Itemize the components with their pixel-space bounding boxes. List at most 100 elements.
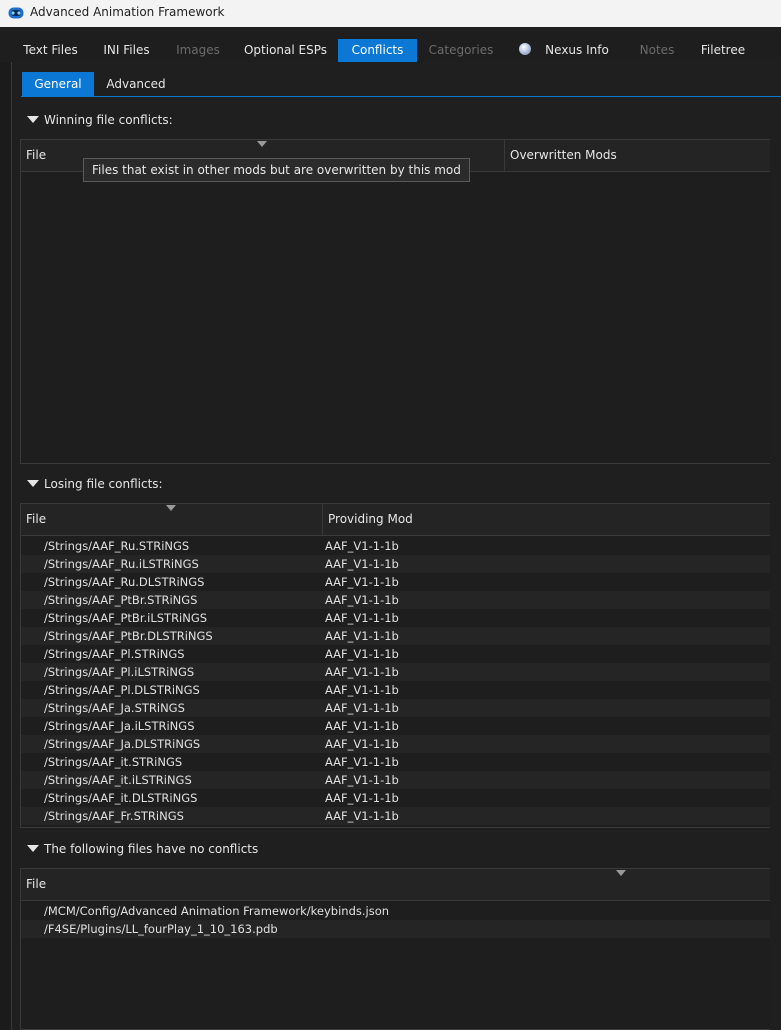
winning-conflicts-table: File Overwritten Mods bbox=[20, 139, 770, 464]
mod-name-cell: AAF_V1-1-1b bbox=[325, 575, 399, 589]
tab-ini-files[interactable]: INI Files bbox=[95, 39, 158, 62]
section-title: The following files have no conflicts bbox=[44, 842, 259, 856]
tab-optional-esps[interactable]: Optional ESPs bbox=[238, 39, 333, 62]
caret-down-icon bbox=[27, 116, 39, 123]
tab-label: Nexus Info bbox=[545, 43, 609, 57]
file-path-cell: /Strings/AAF_it.iLSTRiNGS bbox=[44, 773, 192, 787]
file-path-cell: /Strings/AAF_Ru.iLSTRiNGS bbox=[44, 557, 199, 571]
mod-name-cell: AAF_V1-1-1b bbox=[325, 593, 399, 607]
window-titlebar: Advanced Animation Framework bbox=[0, 0, 781, 27]
tab-notes[interactable]: Notes bbox=[630, 39, 684, 62]
tab-nexus-info[interactable]: Nexus Info bbox=[514, 39, 614, 62]
table-row[interactable]: /Strings/AAF_it.STRiNGS AAF_V1-1-1b bbox=[21, 753, 770, 771]
column-label: File bbox=[26, 512, 47, 526]
table-row[interactable]: /Strings/AAF_PtBr.iLSTRiNGS AAF_V1-1-1b bbox=[21, 609, 770, 627]
mod-name-cell: AAF_V1-1-1b bbox=[325, 755, 399, 769]
tab-text-files[interactable]: Text Files bbox=[17, 39, 84, 62]
table-row[interactable]: /F4SE/Plugins/LL_fourPlay_1_10_163.pdb bbox=[21, 920, 770, 938]
main-tabbar: Text Files INI Files Images Optional ESP… bbox=[0, 27, 781, 62]
section-title: Winning file conflicts: bbox=[44, 113, 173, 127]
tab-label: Filetree bbox=[700, 43, 746, 57]
globe-icon bbox=[519, 43, 532, 55]
mod-name-cell: AAF_V1-1-1b bbox=[325, 791, 399, 805]
tab-label: Conflicts bbox=[351, 43, 404, 57]
mod-name-cell: AAF_V1-1-1b bbox=[325, 701, 399, 715]
tab-label: Text Files bbox=[23, 43, 78, 57]
table-row[interactable]: /MCM/Config/Advanced Animation Framework… bbox=[21, 902, 770, 920]
table-header: File Providing Mod bbox=[21, 504, 770, 536]
table-row[interactable]: /Strings/AAF_Ja.iLSTRiNGS AAF_V1-1-1b bbox=[21, 717, 770, 735]
table-row[interactable]: /Strings/AAF_Ja.DLSTRiNGS AAF_V1-1-1b bbox=[21, 735, 770, 753]
column-header-providing-mod[interactable]: Providing Mod bbox=[322, 504, 770, 535]
table-row[interactable]: /Strings/AAF_Pl.STRiNGS AAF_V1-1-1b bbox=[21, 645, 770, 663]
tab-label: Optional ESPs bbox=[243, 43, 328, 57]
losing-conflicts-toggle[interactable]: Losing file conflicts: bbox=[27, 475, 163, 493]
mod-name-cell: AAF_V1-1-1b bbox=[325, 773, 399, 787]
sort-indicator-icon bbox=[166, 505, 176, 511]
tab-conflicts[interactable]: Conflicts bbox=[338, 39, 417, 62]
tooltip: Files that exist in other mods but are o… bbox=[83, 158, 470, 182]
caret-down-icon bbox=[27, 845, 39, 852]
column-header-file[interactable]: File bbox=[21, 869, 770, 900]
table-row[interactable]: /Strings/AAF_Ru.STRiNGS AAF_V1-1-1b bbox=[21, 537, 770, 555]
file-path-cell: /Strings/AAF_PtBr.STRiNGS bbox=[44, 593, 198, 607]
file-path-cell: /Strings/AAF_it.DLSTRiNGS bbox=[44, 791, 198, 805]
subtab-label: General bbox=[34, 77, 82, 91]
column-label: File bbox=[26, 148, 47, 162]
mod-name-cell: AAF_V1-1-1b bbox=[325, 629, 399, 643]
mod-name-cell: AAF_V1-1-1b bbox=[325, 539, 399, 553]
table-body: /MCM/Config/Advanced Animation Framework… bbox=[21, 901, 770, 938]
tab-label: Categories bbox=[428, 43, 494, 57]
column-label: Overwritten Mods bbox=[510, 148, 617, 162]
tab-label: Notes bbox=[639, 43, 675, 57]
mod-name-cell: AAF_V1-1-1b bbox=[325, 737, 399, 751]
subtab-general[interactable]: General bbox=[22, 72, 94, 96]
tab-categories[interactable]: Categories bbox=[424, 39, 498, 62]
mod-name-cell: AAF_V1-1-1b bbox=[325, 719, 399, 733]
tab-images[interactable]: Images bbox=[169, 39, 227, 62]
file-path-cell: /Strings/AAF_Ru.STRiNGS bbox=[44, 539, 190, 553]
file-path-cell: /Strings/AAF_Pl.iLSTRiNGS bbox=[44, 665, 195, 679]
subtab-advanced[interactable]: Advanced bbox=[98, 72, 174, 96]
file-path-cell: /Strings/AAF_Fr.STRiNGS bbox=[44, 809, 184, 823]
table-row[interactable]: /Strings/AAF_PtBr.STRiNGS AAF_V1-1-1b bbox=[21, 591, 770, 609]
mod-name-cell: AAF_V1-1-1b bbox=[325, 647, 399, 661]
table-row[interactable]: /Strings/AAF_it.DLSTRiNGS AAF_V1-1-1b bbox=[21, 789, 770, 807]
column-label: File bbox=[26, 877, 47, 891]
table-row[interactable]: /Strings/AAF_Fr.STRiNGS AAF_V1-1-1b bbox=[21, 807, 770, 825]
file-path-cell: /Strings/AAF_Pl.STRiNGS bbox=[44, 647, 185, 661]
table-row[interactable]: /Strings/AAF_Ru.DLSTRiNGS AAF_V1-1-1b bbox=[21, 573, 770, 591]
table-row[interactable]: /Strings/AAF_Pl.DLSTRiNGS AAF_V1-1-1b bbox=[21, 681, 770, 699]
sort-indicator-icon bbox=[257, 141, 267, 147]
file-path-cell: /MCM/Config/Advanced Animation Framework… bbox=[44, 904, 390, 918]
file-path-cell: /Strings/AAF_Ja.iLSTRiNGS bbox=[44, 719, 195, 733]
file-path-cell: /F4SE/Plugins/LL_fourPlay_1_10_163.pdb bbox=[44, 922, 278, 936]
window-title: Advanced Animation Framework bbox=[30, 5, 225, 19]
table-row[interactable]: /Strings/AAF_Ja.STRiNGS AAF_V1-1-1b bbox=[21, 699, 770, 717]
app-icon bbox=[8, 7, 24, 19]
table-header: File bbox=[21, 869, 770, 901]
table-row[interactable]: /Strings/AAF_Ru.iLSTRiNGS AAF_V1-1-1b bbox=[21, 555, 770, 573]
file-path-cell: /Strings/AAF_PtBr.DLSTRiNGS bbox=[44, 629, 213, 643]
caret-down-icon bbox=[27, 480, 39, 487]
mod-name-cell: AAF_V1-1-1b bbox=[325, 809, 399, 823]
file-path-cell: /Strings/AAF_Pl.DLSTRiNGS bbox=[44, 683, 200, 697]
sort-indicator-icon bbox=[616, 870, 626, 876]
tab-filetree[interactable]: Filetree bbox=[694, 39, 752, 62]
table-row[interactable]: /Strings/AAF_Pl.iLSTRiNGS AAF_V1-1-1b bbox=[21, 663, 770, 681]
winning-conflicts-toggle[interactable]: Winning file conflicts: bbox=[27, 111, 173, 129]
file-path-cell: /Strings/AAF_PtBr.iLSTRiNGS bbox=[44, 611, 208, 625]
subtab-label: Advanced bbox=[106, 77, 166, 91]
file-path-cell: /Strings/AAF_Ja.STRiNGS bbox=[44, 701, 185, 715]
subtab-underline bbox=[21, 96, 781, 97]
mod-name-cell: AAF_V1-1-1b bbox=[325, 611, 399, 625]
column-header-overwritten-mods[interactable]: Overwritten Mods bbox=[504, 140, 770, 171]
mod-name-cell: AAF_V1-1-1b bbox=[325, 683, 399, 697]
file-path-cell: /Strings/AAF_Ja.DLSTRiNGS bbox=[44, 737, 201, 751]
table-row[interactable]: /Strings/AAF_PtBr.DLSTRiNGS AAF_V1-1-1b bbox=[21, 627, 770, 645]
table-row[interactable]: /Strings/AAF_it.iLSTRiNGS AAF_V1-1-1b bbox=[21, 771, 770, 789]
no-conflicts-toggle[interactable]: The following files have no conflicts bbox=[27, 840, 258, 858]
mod-name-cell: AAF_V1-1-1b bbox=[325, 665, 399, 679]
mod-name-cell: AAF_V1-1-1b bbox=[325, 557, 399, 571]
no-conflicts-table: File /MCM/Config/Advanced Animation Fram… bbox=[20, 868, 770, 1030]
